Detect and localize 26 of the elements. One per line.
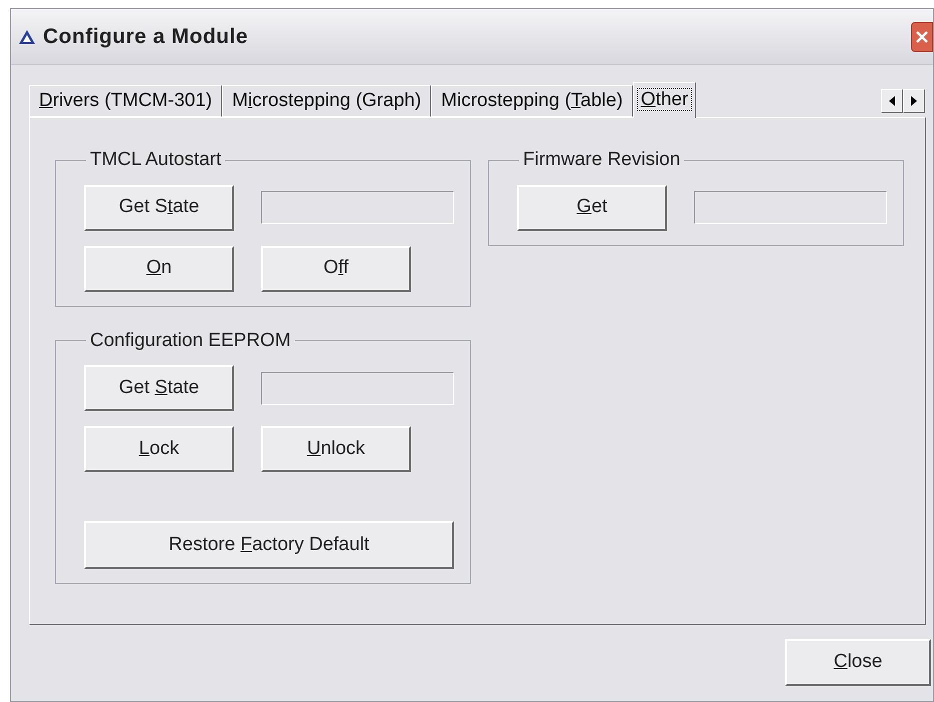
action-button[interactable]: Lock <box>84 426 234 472</box>
tab[interactable]: Drivers (TMCM-301) <box>29 85 222 117</box>
action-button[interactable]: On <box>84 246 234 292</box>
group-title: TMCL Autostart <box>89 148 222 172</box>
action-button[interactable]: Get State <box>84 184 234 230</box>
readout-field[interactable] <box>694 191 887 224</box>
tab[interactable]: Microstepping (Graph) <box>222 85 432 117</box>
group-title: Firmware Revision <box>522 148 682 172</box>
restore-button[interactable]: Restore Factory Default <box>84 521 454 569</box>
left-arrow-icon <box>889 96 895 106</box>
scroll-right-button[interactable] <box>903 89 925 113</box>
action-button[interactable]: Unlock <box>261 426 411 472</box>
close-icon[interactable] <box>911 22 933 52</box>
app-logo-icon <box>19 30 35 44</box>
right-arrow-icon <box>911 96 917 106</box>
close-button[interactable]: Close <box>785 639 931 686</box>
tab[interactable]: Other <box>632 82 696 118</box>
readout-field[interactable] <box>261 372 454 404</box>
action-button[interactable]: Get State <box>84 365 234 411</box>
group-title: Configuration EEPROM <box>89 328 292 352</box>
scroll-left-button[interactable] <box>881 89 903 113</box>
tab[interactable]: Microstepping (Table) <box>431 85 633 117</box>
window-title: Configure a Module <box>43 24 248 50</box>
action-button[interactable]: Off <box>261 246 411 292</box>
action-button[interactable]: Get <box>517 184 667 230</box>
readout-field[interactable] <box>261 191 454 224</box>
